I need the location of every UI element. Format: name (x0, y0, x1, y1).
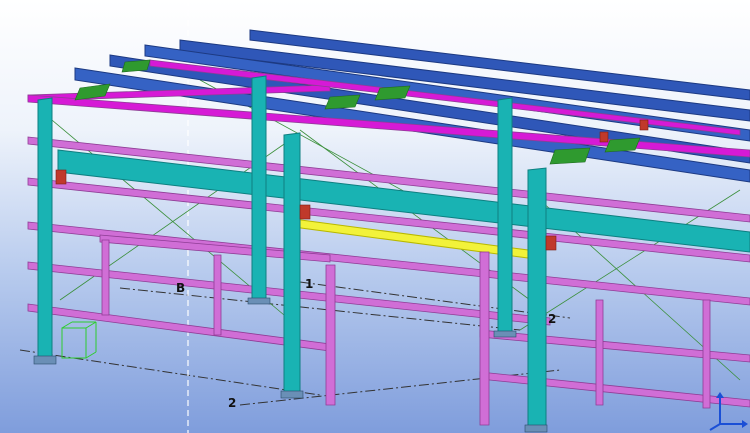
grid-label-1: 1 (305, 277, 314, 291)
grid-label-2-right: 2 (548, 312, 557, 326)
3d-model-view[interactable]: B 1 2 2 (0, 0, 750, 433)
steel-frame-model[interactable] (0, 0, 750, 433)
view-rotation-point-icon (61, 321, 97, 359)
grid-label-b: B (176, 281, 186, 295)
grid-label-2-bottom: 2 (228, 396, 237, 410)
xyz-axes-icon (709, 392, 748, 431)
